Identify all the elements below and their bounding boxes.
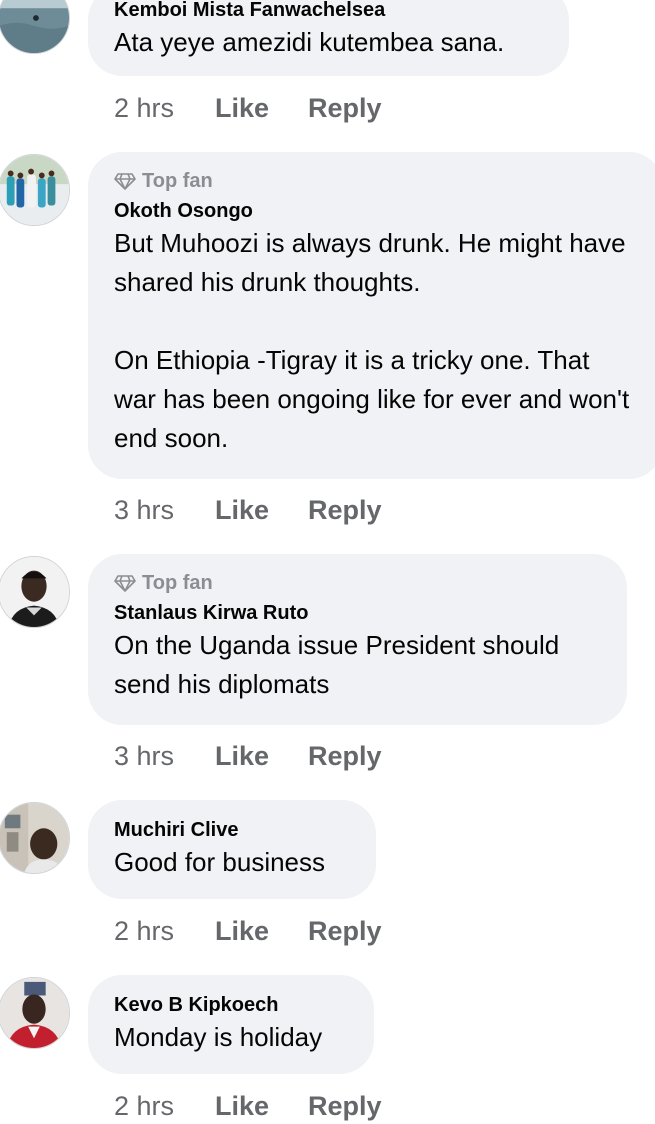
comment-bubble[interactable]: Top fan Stanlaus Kirwa Ruto On the Ugand…	[88, 554, 627, 725]
reply-button[interactable]: Reply	[308, 1091, 382, 1122]
avatar-photo-group	[0, 155, 69, 225]
comment-bubble[interactable]: Kemboi Mista Fanwachelsea Ata yeye amezi…	[88, 0, 569, 76]
comment-text: Monday is holiday	[114, 1022, 323, 1052]
like-button[interactable]: Like	[215, 916, 308, 947]
avatar[interactable]	[0, 0, 70, 54]
comment-actions: 3 hrs Like Reply	[114, 492, 382, 528]
comment-actions: 3 hrs Like Reply	[114, 738, 382, 774]
comment-actions: 2 hrs Like Reply	[114, 913, 382, 949]
like-button[interactable]: Like	[215, 495, 308, 526]
comment-bubble[interactable]: Muchiri Clive Good for business	[88, 800, 376, 899]
like-button[interactable]: Like	[215, 741, 308, 772]
comment-time[interactable]: 2 hrs	[114, 1091, 215, 1122]
comment-time[interactable]: 2 hrs	[114, 916, 215, 947]
comment-author[interactable]: Stanlaus Kirwa Ruto	[114, 600, 601, 626]
diamond-icon	[114, 575, 136, 592]
comment-author[interactable]: Kemboi Mista Fanwachelsea	[114, 0, 543, 23]
avatar-photo-water	[0, 0, 69, 53]
avatar[interactable]	[0, 802, 70, 874]
comment-text: On the Uganda issue President should sen…	[114, 630, 567, 699]
top-fan-label: Top fan	[142, 571, 213, 594]
comment-text: Good for business	[114, 847, 326, 877]
like-button[interactable]: Like	[215, 93, 308, 124]
avatar-photo-man	[0, 557, 69, 627]
avatar-photo-red-shirt	[0, 978, 69, 1048]
top-fan-label: Top fan	[142, 169, 213, 192]
avatar[interactable]	[0, 556, 70, 628]
reply-button[interactable]: Reply	[308, 916, 382, 947]
comment-bubble[interactable]: Top fan Okoth Osongo But Muhoozi is alwa…	[88, 152, 655, 479]
comment-actions: 2 hrs Like Reply	[114, 90, 382, 126]
avatar[interactable]	[0, 154, 70, 226]
like-button[interactable]: Like	[215, 1091, 308, 1122]
reply-button[interactable]: Reply	[308, 93, 382, 124]
comment-time[interactable]: 2 hrs	[114, 93, 215, 124]
top-fan-badge: Top fan	[114, 169, 637, 193]
avatar-photo-room	[0, 803, 69, 873]
avatar[interactable]	[0, 977, 70, 1049]
comment-author[interactable]: Muchiri Clive	[114, 817, 350, 843]
reply-button[interactable]: Reply	[308, 741, 382, 772]
comment-time[interactable]: 3 hrs	[114, 741, 215, 772]
comment-text: But Muhoozi is always drunk. He might ha…	[114, 228, 630, 453]
comment-text: Ata yeye amezidi kutembea sana.	[114, 27, 505, 57]
comment-actions: 2 hrs Like Reply	[114, 1088, 382, 1124]
diamond-icon	[114, 173, 136, 190]
top-fan-badge: Top fan	[114, 571, 601, 595]
comment-time[interactable]: 3 hrs	[114, 495, 215, 526]
comment-author[interactable]: Okoth Osongo	[114, 198, 637, 224]
reply-button[interactable]: Reply	[308, 495, 382, 526]
comment-author[interactable]: Kevo B Kipkoech	[114, 992, 348, 1018]
comment-bubble[interactable]: Kevo B Kipkoech Monday is holiday	[88, 975, 374, 1074]
